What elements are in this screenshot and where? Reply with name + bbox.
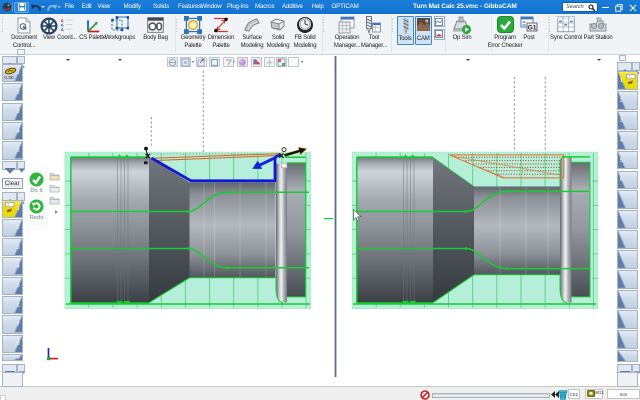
svg-text:G1: G1 [528, 25, 537, 32]
